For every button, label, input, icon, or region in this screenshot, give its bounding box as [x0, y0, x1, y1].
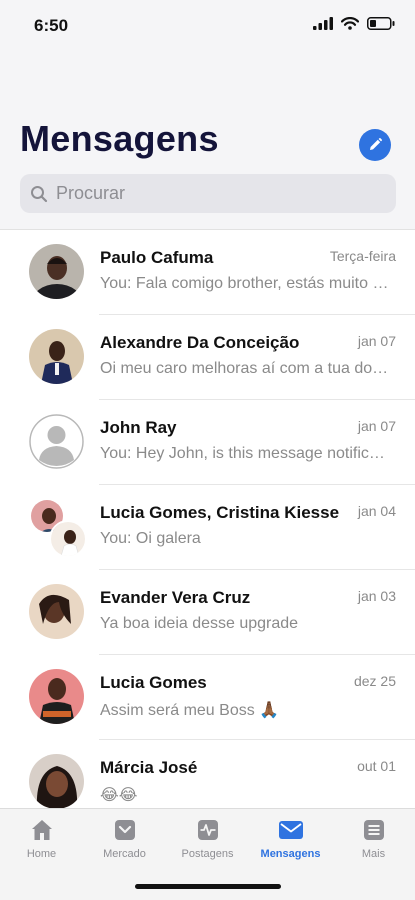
avatar	[29, 754, 84, 809]
mail-icon	[278, 817, 304, 843]
conversation-preview: You: Fala comigo brother, estás muito be…	[100, 275, 390, 292]
conversation-preview: Assim será meu Boss 🙏🏾	[100, 702, 280, 719]
default-avatar-icon	[29, 414, 84, 469]
page-title: Mensagens	[20, 118, 219, 159]
activity-icon	[195, 817, 221, 843]
conversation-row[interactable]: John Ray jan 07 You: Hey John, is this m…	[0, 400, 415, 485]
conversation-row[interactable]: Lucia Gomes dez 25 Assim será meu Boss 🙏…	[0, 655, 415, 740]
conversation-preview: You: Oi galera	[100, 530, 201, 547]
search-icon	[30, 184, 50, 204]
signal-icon	[313, 17, 333, 30]
conversation-date: Terça-feira	[329, 248, 396, 264]
conversation-row[interactable]: Paulo Cafuma Terça-feira You: Fala comig…	[0, 230, 415, 315]
wifi-icon	[341, 17, 359, 30]
avatar	[29, 329, 84, 384]
conversation-row[interactable]: Alexandre Da Conceição jan 07 Oi meu car…	[0, 315, 415, 400]
conversation-row[interactable]: Lucia Gomes, Cristina Kiesse jan 04 You:…	[0, 485, 415, 570]
avatar	[29, 584, 84, 639]
search-input[interactable]	[56, 183, 376, 204]
group-avatar	[29, 498, 89, 558]
tab-label: Postagens	[181, 848, 234, 860]
home-indicator	[135, 884, 281, 889]
pencil-icon	[370, 138, 382, 150]
conversation-preview: Ya boa ideia desse upgrade	[100, 615, 299, 632]
conversation-date: jan 07	[357, 418, 396, 434]
home-icon	[29, 817, 55, 843]
list-icon	[361, 817, 387, 843]
conversation-date: out 01	[357, 758, 396, 774]
avatar	[29, 244, 84, 299]
tab-label: Mercado	[103, 848, 146, 860]
conversation-name: Alexandre Da Conceição	[100, 333, 300, 352]
conversation-name: Márcia José	[100, 758, 198, 777]
conversation-preview: You: Hey John, is this message notificat…	[100, 445, 390, 462]
conversation-name: Evander Vera Cruz	[100, 588, 251, 607]
tab-mensagens[interactable]: Mensagens	[249, 817, 332, 860]
conversation-name: Lucia Gomes, Cristina Kiesse	[100, 503, 340, 522]
battery-icon	[367, 17, 395, 30]
conversation-date: jan 07	[357, 333, 396, 349]
status-icons	[313, 17, 395, 30]
conversation-row[interactable]: Evander Vera Cruz jan 03 Ya boa ideia de…	[0, 570, 415, 655]
compose-button[interactable]	[359, 129, 391, 161]
conversation-name: John Ray	[100, 418, 177, 437]
conversation-preview: 😂😂	[100, 787, 138, 804]
search-bar[interactable]	[20, 174, 396, 213]
conversation-list: Paulo Cafuma Terça-feira You: Fala comig…	[0, 229, 415, 825]
store-icon	[112, 817, 138, 843]
conversation-name: Paulo Cafuma	[100, 248, 214, 267]
avatar	[49, 520, 87, 558]
conversation-name: Lucia Gomes	[100, 673, 207, 692]
status-time: 6:50	[34, 16, 69, 35]
conversation-date: jan 04	[357, 503, 396, 519]
tab-mercado[interactable]: Mercado	[83, 817, 166, 860]
conversation-preview: Oi meu caro melhoras aí com a tua doença	[100, 360, 390, 377]
conversation-date: jan 03	[357, 588, 396, 604]
status-bar: 6:50	[0, 0, 415, 50]
tab-label: Home	[26, 848, 57, 860]
tab-mais[interactable]: Mais	[332, 817, 415, 860]
tab-label: Mensagens	[260, 848, 321, 860]
tab-postagens[interactable]: Postagens	[166, 817, 249, 860]
avatar	[29, 669, 84, 724]
tab-home[interactable]: Home	[0, 817, 83, 860]
conversation-date: dez 25	[353, 673, 396, 689]
tab-label: Mais	[361, 848, 386, 860]
